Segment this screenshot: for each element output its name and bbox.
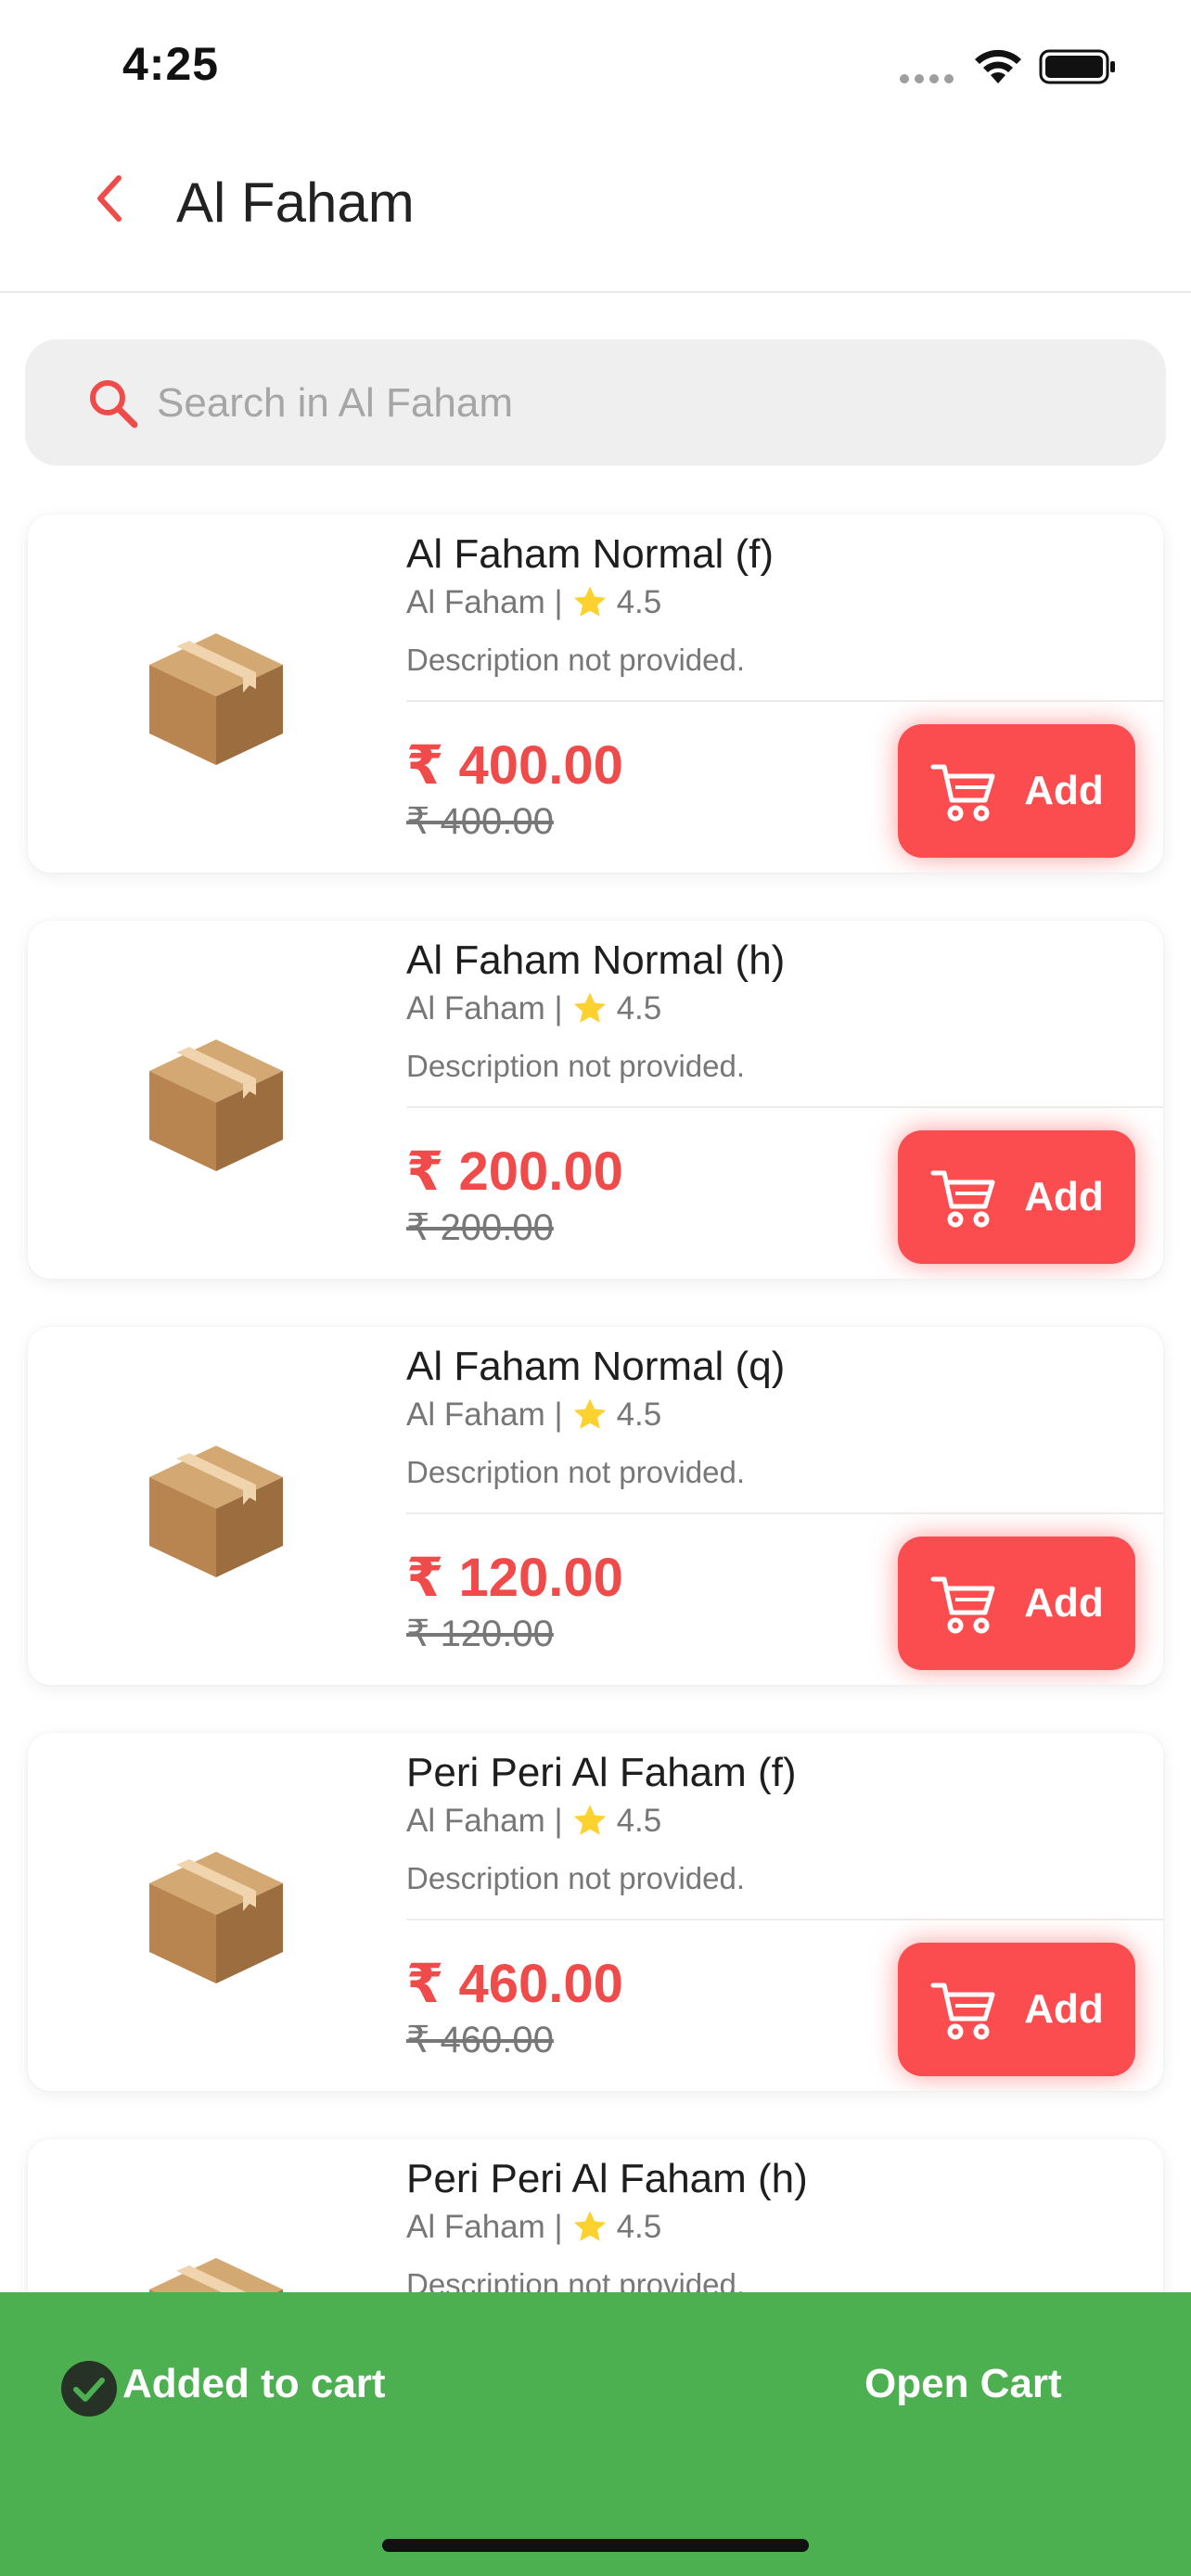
price-original: ₹ 200.00 (406, 1207, 554, 1248)
store-name: Al Faham | (406, 2209, 563, 2245)
rating-value: 4.5 (616, 584, 662, 620)
box-icon (149, 633, 283, 765)
star-icon (573, 2211, 606, 2241)
product-name: Al Faham Normal (h) (406, 937, 786, 983)
box-icon (149, 1852, 283, 1983)
wifi-icon (975, 49, 1021, 83)
star-icon (573, 1398, 606, 1429)
price-original: ₹ 120.00 (406, 1613, 554, 1654)
product-description: Description not provided. (406, 1049, 746, 1083)
product-card[interactable]: Peri Peri Al Faham (f) Al Faham | 4.5 De… (28, 1733, 1163, 2091)
product-name: Al Faham Normal (q) (406, 1344, 786, 1389)
cart-icon (930, 1170, 995, 1228)
price-original: ₹ 400.00 (406, 801, 554, 842)
product-name: Al Faham Normal (f) (406, 531, 775, 577)
product-name: Peri Peri Al Faham (h) (406, 2156, 808, 2201)
card-divider (406, 700, 1163, 702)
rating-value: 4.5 (616, 990, 662, 1027)
store-name: Al Faham | (406, 990, 563, 1027)
product-meta: Al Faham | 4.5 (406, 989, 661, 1028)
rating-value: 4.5 (616, 1396, 662, 1433)
check-circle-icon (61, 2361, 117, 2417)
cart-icon (930, 1983, 995, 2040)
status-time: 4:25 (122, 38, 220, 90)
rating-value: 4.5 (616, 2209, 662, 2245)
add-to-cart-button[interactable]: Add (898, 1537, 1135, 1670)
add-to-cart-button[interactable]: Add (898, 1943, 1135, 2076)
status-bar: 4:25 (0, 0, 1191, 139)
product-description: Description not provided. (406, 1861, 746, 1895)
add-label: Add (1024, 1580, 1104, 1626)
star-icon (573, 1804, 606, 1835)
cellular-signal-icon (900, 74, 954, 83)
card-divider (406, 1106, 1163, 1108)
store-name: Al Faham | (406, 1803, 563, 1839)
product-card[interactable]: Al Faham Normal (f) Al Faham | 4.5 Descr… (28, 515, 1163, 873)
card-divider (406, 1919, 1163, 1920)
added-to-cart-snackbar: Added to cart Open Cart (0, 2292, 1191, 2576)
product-meta: Al Faham | 4.5 (406, 2208, 661, 2247)
search-input[interactable] (155, 363, 1123, 443)
back-button[interactable] (80, 169, 139, 228)
star-icon (573, 992, 606, 1023)
product-description: Description not provided. (406, 1455, 746, 1489)
page-title: Al Faham (176, 172, 415, 234)
store-name: Al Faham | (406, 584, 563, 620)
add-label: Add (1024, 768, 1104, 813)
product-name: Peri Peri Al Faham (f) (406, 1750, 797, 1795)
store-name: Al Faham | (406, 1396, 563, 1433)
product-card[interactable]: Al Faham Normal (q) Al Faham | 4.5 Descr… (28, 1327, 1163, 1685)
product-meta: Al Faham | 4.5 (406, 1396, 661, 1435)
add-to-cart-button[interactable]: Add (898, 724, 1135, 858)
price-current: ₹ 460.00 (406, 1954, 623, 2014)
add-to-cart-button[interactable]: Add (898, 1130, 1135, 1264)
price-current: ₹ 200.00 (406, 1141, 623, 1202)
search-bar[interactable] (25, 339, 1166, 465)
search-icon (90, 380, 138, 428)
price-current: ₹ 120.00 (406, 1548, 623, 1608)
cart-icon (930, 1576, 995, 1634)
box-icon (149, 1446, 283, 1577)
rating-value: 4.5 (616, 1803, 662, 1839)
chevron-left-icon (97, 175, 122, 222)
add-label: Add (1024, 1986, 1104, 2032)
app-header: Al Faham (0, 139, 1191, 293)
add-label: Add (1024, 1174, 1104, 1219)
star-icon (573, 586, 606, 617)
product-card[interactable]: Al Faham Normal (h) Al Faham | 4.5 Descr… (28, 921, 1163, 1279)
open-cart-button[interactable]: Open Cart (864, 2361, 1062, 2407)
battery-icon (1039, 49, 1115, 84)
home-indicator[interactable] (382, 2539, 809, 2552)
product-description: Description not provided. (406, 643, 746, 677)
snackbar-message: Added to cart (122, 2361, 386, 2406)
product-meta: Al Faham | 4.5 (406, 1802, 661, 1841)
box-icon (149, 1039, 283, 1171)
card-divider (406, 1512, 1163, 1514)
cart-icon (930, 764, 995, 822)
product-meta: Al Faham | 4.5 (406, 583, 661, 622)
price-original: ₹ 460.00 (406, 2020, 554, 2060)
price-current: ₹ 400.00 (406, 735, 623, 796)
